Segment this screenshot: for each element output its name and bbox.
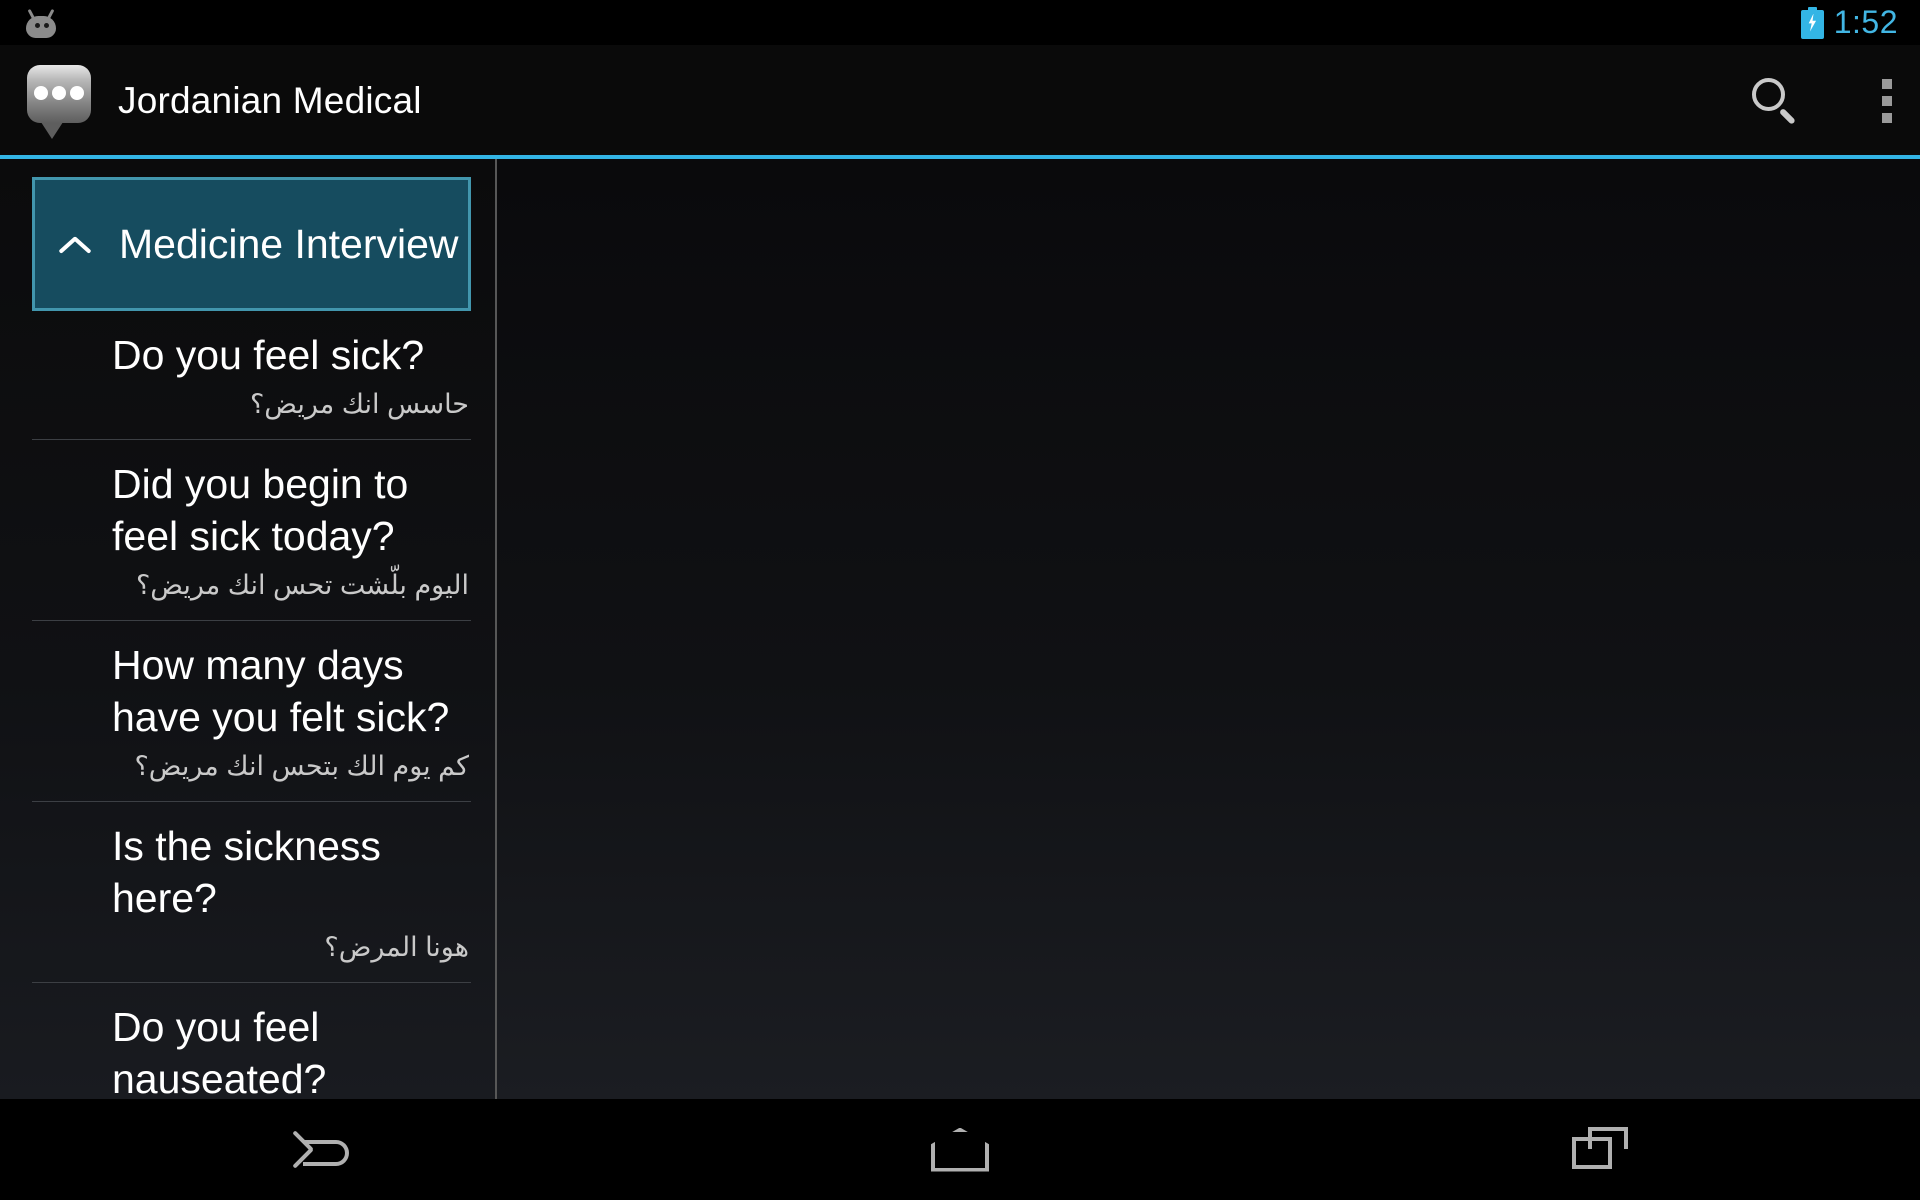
phrase-english: Do you feel sick?: [112, 332, 425, 378]
app-title: Jordanian Medical: [118, 80, 422, 121]
list-item[interactable]: Did you begin to feel sick today? اليوم …: [32, 440, 471, 621]
home-icon: [931, 1127, 989, 1172]
nav-home-button[interactable]: [845, 1099, 1075, 1200]
status-bar-right: 1:52: [1800, 4, 1898, 41]
status-bar: 1:52: [0, 0, 1920, 45]
phrase-arabic: حاسس انك مريض؟: [249, 389, 469, 419]
detail-pane: [497, 159, 1920, 1099]
navigation-bar: [0, 1099, 1920, 1200]
phrase-english: Do you feel nauseated?: [112, 1004, 327, 1099]
list-item[interactable]: How many days have you felt sick? كم يوم…: [32, 621, 471, 802]
content-area: Medicine Interview Do you feel sick? حاس…: [0, 159, 1920, 1099]
nav-back-button[interactable]: [205, 1099, 435, 1200]
phrase-arabic: هونا المرض؟: [324, 932, 469, 962]
list-item[interactable]: Do you feel sick? حاسس انك مريض؟: [32, 311, 471, 440]
phrase-list-pane[interactable]: Medicine Interview Do you feel sick? حاس…: [0, 159, 497, 1099]
status-bar-left: [22, 8, 60, 38]
action-bar: Jordanian Medical: [0, 45, 1920, 157]
group-header-medicine-interview[interactable]: Medicine Interview: [32, 177, 471, 311]
phrase-arabic: كم يوم الك بتحس انك مريض؟: [134, 751, 469, 781]
list-item[interactable]: Do you feel nauseated?: [32, 983, 471, 1099]
phrase-english: Did you begin to feel sick today?: [112, 461, 409, 559]
phrase-english: How many days have you felt sick?: [112, 642, 450, 740]
search-icon[interactable]: [1748, 74, 1802, 128]
phrase-arabic: اليوم بلّشت تحس انك مريض؟: [135, 570, 469, 600]
speech-bubble-icon: [22, 63, 96, 139]
recents-icon: [1572, 1126, 1628, 1173]
overflow-menu-icon[interactable]: [1868, 73, 1896, 129]
back-icon: [289, 1126, 351, 1174]
chevron-up-icon: [57, 227, 91, 261]
battery-charging-icon: [1800, 6, 1824, 39]
group-header-label: Medicine Interview: [119, 220, 459, 267]
action-bar-actions: [1748, 73, 1896, 129]
android-screen: 1:52 Jordanian Medical Medicine Intervie…: [0, 0, 1920, 1200]
nav-recents-button[interactable]: [1485, 1099, 1715, 1200]
list-item[interactable]: Is the sickness here? هونا المرض؟: [32, 802, 471, 983]
status-bar-clock: 1:52: [1833, 4, 1898, 40]
android-droid-icon: [22, 8, 60, 38]
phrase-english: Is the sickness here?: [112, 823, 381, 921]
